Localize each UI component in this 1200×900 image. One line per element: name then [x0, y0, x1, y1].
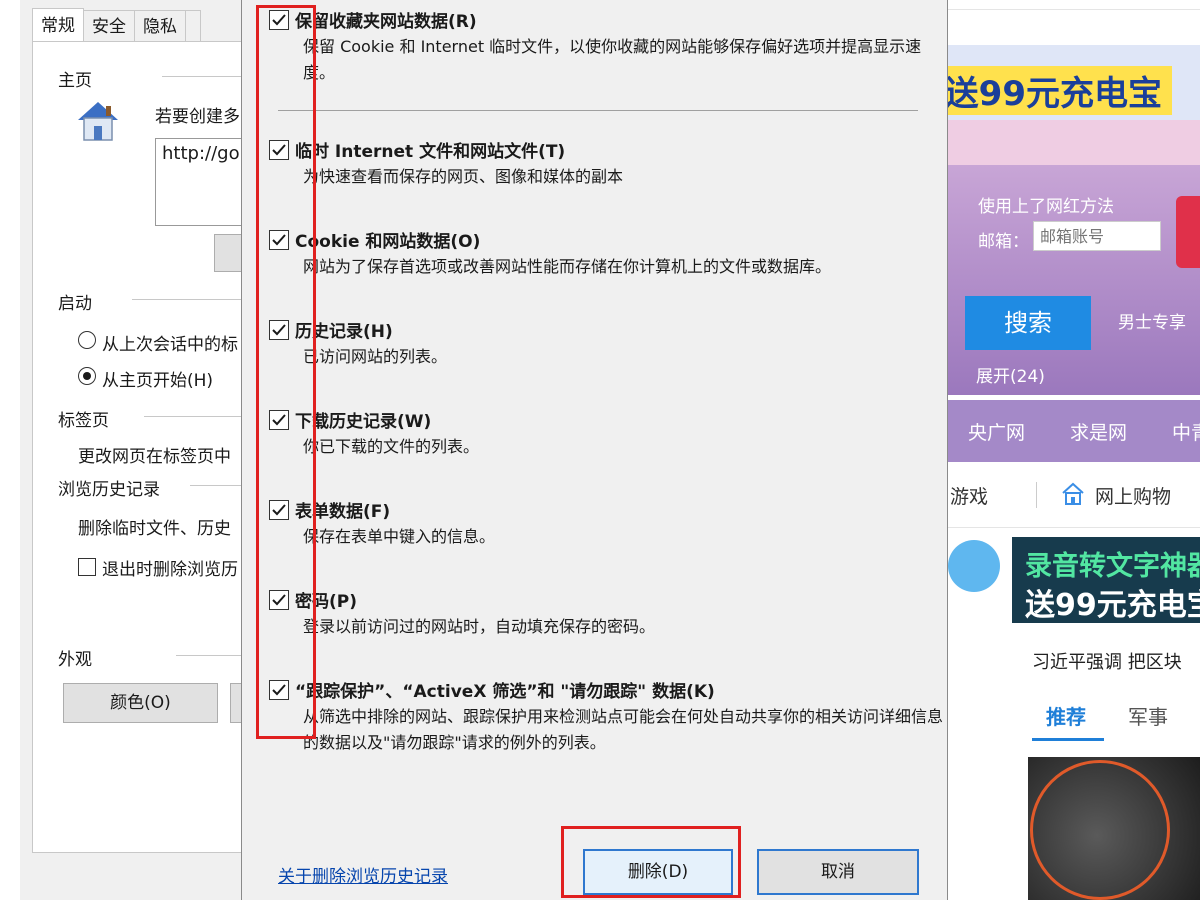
checkmark-icon: [272, 14, 286, 26]
section-divider: [278, 110, 918, 111]
checkmark-icon: [272, 144, 286, 156]
startup-option-label: 从主页开始(H): [102, 371, 214, 391]
option-description: 你已下载的文件的列表。: [303, 437, 480, 456]
option-description: 网站为了保存首选项或改善网站性能而存储在你计算机上的文件或数据库。: [303, 257, 832, 276]
banner-ad[interactable]: 送99元充电宝: [934, 66, 1172, 115]
option-title: 临时 Internet 文件和网站文件(T): [295, 142, 566, 162]
shop-link[interactable]: 网上购物: [1095, 482, 1171, 509]
option-title: Cookie 和网站数据(O): [295, 232, 481, 252]
checkmark-icon: [272, 324, 286, 336]
option-description: 已访问网站的列表。: [303, 347, 448, 366]
passwords-checkbox[interactable]: [269, 590, 289, 610]
email-label: 邮箱：: [978, 232, 1029, 252]
checkmark-icon: [272, 504, 286, 516]
games-link[interactable]: 游戏: [950, 482, 988, 509]
home-group-label: 主页: [58, 71, 92, 91]
floating-bubble[interactable]: [948, 540, 1000, 592]
option-title: “跟踪保护”、“ActiveX 筛选”和 "请勿跟踪" 数据(K): [295, 682, 715, 702]
delete-browsing-history-dialog: 保留收藏夹网站数据(R) 保留 Cookie 和 Internet 临时文件，以…: [241, 0, 948, 900]
option-title: 保留收藏夹网站数据(R): [295, 12, 477, 32]
expand-link[interactable]: 展开(24): [976, 362, 1045, 387]
option-title: 表单数据(F): [295, 502, 391, 522]
tab-content[interactable]: [185, 10, 201, 42]
delete-button[interactable]: 删除(D): [583, 849, 733, 895]
nav-link[interactable]: 央广网: [968, 418, 1025, 445]
startup-option-label: 从上次会话中的标: [102, 335, 238, 355]
download-history-checkbox[interactable]: [269, 410, 289, 430]
delete-on-exit-checkbox[interactable]: [78, 558, 96, 576]
shop-house-icon: [1062, 482, 1084, 505]
option-description: 为快速查看而保存的网页、图像和媒体的副本: [303, 167, 624, 186]
gift-ad-image[interactable]: [1176, 196, 1200, 268]
tabs-desc: 更改网页在标签页中: [78, 447, 231, 467]
checkmark-icon: [272, 234, 286, 246]
men-link[interactable]: 男士专享: [1118, 308, 1186, 333]
option-description: 保留 Cookie 和 Internet 临时文件，以使你收藏的网站能够保存偏好…: [303, 37, 922, 82]
photo-highlight-ring: [1030, 760, 1170, 900]
group-divider: [132, 299, 255, 300]
email-input[interactable]: [1033, 221, 1161, 251]
option-title: 下载历史记录(W): [295, 412, 432, 432]
tab-military[interactable]: 军事: [1128, 701, 1168, 730]
tab-general[interactable]: 常规: [32, 8, 84, 42]
startup-group-label: 启动: [58, 294, 92, 314]
option-title: 历史记录(H): [295, 322, 393, 342]
option-description: 保存在表单中键入的信息。: [303, 527, 496, 546]
nav-link[interactable]: 求是网: [1070, 418, 1127, 445]
internet-options-dialog: 常规 安全 隐私 主页 若要创建多 http://go 启动 从上次会话中的标 …: [20, 0, 255, 900]
appearance-group-label: 外观: [58, 650, 92, 670]
option-description: 从筛选中排除的网站、跟踪保护用来检测站点可能会在何处自动共享你的相关访问详细信息…: [303, 707, 944, 752]
startup-last-session-radio[interactable]: [78, 331, 96, 349]
checkmark-icon: [272, 594, 286, 606]
preserve-favorites-checkbox[interactable]: [269, 10, 289, 30]
search-button[interactable]: 搜索: [965, 296, 1091, 350]
news-headline[interactable]: 习近平强调 把区块: [1032, 648, 1182, 674]
home-url-textarea[interactable]: http://go: [155, 138, 255, 226]
startup-home-radio[interactable]: [78, 367, 96, 385]
temp-files-checkbox[interactable]: [269, 140, 289, 160]
cookies-checkbox[interactable]: [269, 230, 289, 250]
tab-recommend[interactable]: 推荐: [1046, 701, 1086, 730]
tab-privacy[interactable]: 隐私: [134, 10, 186, 42]
hot-link[interactable]: 使用上了网红方法: [978, 192, 1114, 217]
options-tab-bar: 常规 安全 隐私: [32, 8, 201, 42]
colors-button[interactable]: 颜色(O): [63, 683, 218, 723]
history-desc: 删除临时文件、历史: [78, 519, 231, 539]
side-ad-line-1: 录音转文字神器: [1025, 551, 1200, 582]
option-description: 登录以前访问过的网站时，自动填充保存的密码。: [303, 617, 656, 636]
option-title: 密码(P): [295, 592, 357, 612]
tab-security[interactable]: 安全: [83, 10, 135, 42]
cancel-button[interactable]: 取消: [757, 849, 919, 895]
history-checkbox[interactable]: [269, 320, 289, 340]
checkmark-icon: [272, 684, 286, 696]
home-house-icon: [78, 102, 118, 141]
home-desc: 若要创建多: [155, 107, 240, 127]
nav-link[interactable]: 中青: [1172, 418, 1200, 445]
history-group-label: 浏览历史记录: [58, 480, 160, 500]
form-data-checkbox[interactable]: [269, 500, 289, 520]
side-ad-line-2: 送99元充电宝: [1025, 588, 1200, 623]
group-divider: [144, 416, 255, 417]
about-delete-history-link[interactable]: 关于删除浏览历史记录: [278, 862, 448, 887]
category-separator: [1036, 482, 1037, 508]
delete-on-exit-label: 退出时删除浏览历: [102, 560, 238, 580]
tabs-group-label: 标签页: [58, 411, 109, 431]
tracking-protection-checkbox[interactable]: [269, 680, 289, 700]
tab-active-underline: [1032, 738, 1104, 741]
checkmark-icon: [272, 414, 286, 426]
